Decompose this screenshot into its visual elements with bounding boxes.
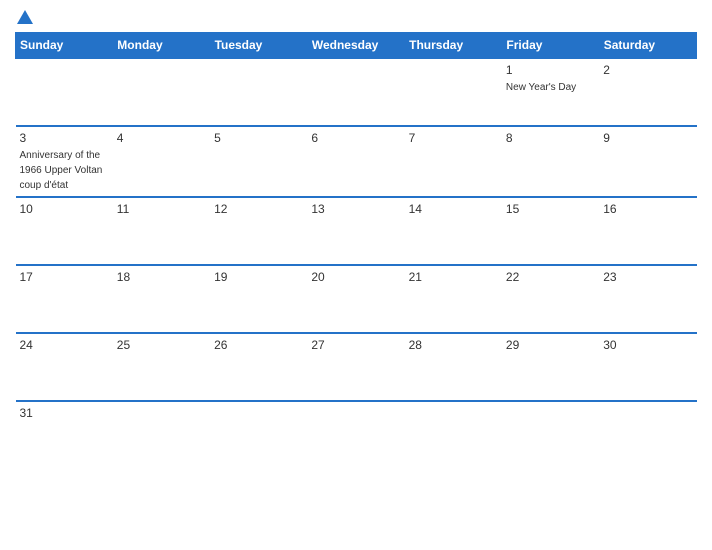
week-row-5: 24 25 26 27 28 29 30 (16, 333, 697, 401)
day-cell: 4 (113, 126, 210, 197)
week-row-4: 17 18 19 20 21 22 23 (16, 265, 697, 333)
day-cell: 12 (210, 197, 307, 265)
day-number: 7 (409, 131, 498, 145)
calendar-table: SundayMondayTuesdayWednesdayThursdayFrid… (15, 32, 697, 456)
day-cell (210, 58, 307, 126)
day-event: Anniversary of the 1966 Upper Voltan cou… (20, 150, 103, 191)
day-cell: 5 (210, 126, 307, 197)
day-number: 11 (117, 202, 206, 216)
day-number: 9 (603, 131, 692, 145)
week-row-3: 10 11 12 13 14 15 16 (16, 197, 697, 265)
day-cell: 21 (405, 265, 502, 333)
day-cell: 14 (405, 197, 502, 265)
day-cell: 16 (599, 197, 696, 265)
day-cell: 24 (16, 333, 113, 401)
day-number: 30 (603, 338, 692, 352)
day-number: 2 (603, 63, 692, 77)
day-cell: 25 (113, 333, 210, 401)
day-number: 1 (506, 63, 595, 77)
day-cell: 7 (405, 126, 502, 197)
day-cell: 29 (502, 333, 599, 401)
day-cell: 3 Anniversary of the 1966 Upper Voltan co… (16, 126, 113, 197)
logo (15, 10, 33, 26)
day-header-tuesday: Tuesday (210, 33, 307, 59)
day-cell: 10 (16, 197, 113, 265)
day-cell: 27 (307, 333, 404, 401)
day-number: 15 (506, 202, 595, 216)
day-header-thursday: Thursday (405, 33, 502, 59)
day-cell: 17 (16, 265, 113, 333)
day-cell: 22 (502, 265, 599, 333)
day-cell: 13 (307, 197, 404, 265)
day-number: 23 (603, 270, 692, 284)
week-row-2: 3 Anniversary of the 1966 Upper Voltan co… (16, 126, 697, 197)
day-number: 5 (214, 131, 303, 145)
day-cell: 30 (599, 333, 696, 401)
day-event: New Year's Day (506, 82, 576, 93)
day-cell: 15 (502, 197, 599, 265)
day-number: 12 (214, 202, 303, 216)
day-header-monday: Monday (113, 33, 210, 59)
day-cell: 28 (405, 333, 502, 401)
day-number: 8 (506, 131, 595, 145)
day-number: 18 (117, 270, 206, 284)
day-number: 17 (20, 270, 109, 284)
day-cell (502, 401, 599, 456)
day-cell (16, 58, 113, 126)
week-row-1: 1 New Year's Day 2 (16, 58, 697, 126)
day-cell: 19 (210, 265, 307, 333)
day-number: 24 (20, 338, 109, 352)
day-number: 31 (20, 406, 109, 420)
day-cell (210, 401, 307, 456)
day-cell: 31 (16, 401, 113, 456)
day-number: 22 (506, 270, 595, 284)
day-cell (307, 401, 404, 456)
day-cell: 23 (599, 265, 696, 333)
day-cell (599, 401, 696, 456)
day-number: 13 (311, 202, 400, 216)
day-cell (113, 58, 210, 126)
day-header-sunday: Sunday (16, 33, 113, 59)
day-header-saturday: Saturday (599, 33, 696, 59)
week-row-6: 31 (16, 401, 697, 456)
day-cell: 6 (307, 126, 404, 197)
day-cell: 9 (599, 126, 696, 197)
day-header-friday: Friday (502, 33, 599, 59)
day-number: 26 (214, 338, 303, 352)
day-number: 14 (409, 202, 498, 216)
day-cell: 20 (307, 265, 404, 333)
calendar-header (15, 10, 697, 26)
day-number: 16 (603, 202, 692, 216)
day-number: 4 (117, 131, 206, 145)
day-number: 28 (409, 338, 498, 352)
day-number: 10 (20, 202, 109, 216)
day-number: 3 (20, 131, 109, 145)
day-number: 6 (311, 131, 400, 145)
day-number: 25 (117, 338, 206, 352)
day-cell: 18 (113, 265, 210, 333)
day-cell (405, 401, 502, 456)
day-cell: 2 (599, 58, 696, 126)
day-cell: 11 (113, 197, 210, 265)
logo-triangle-icon (17, 10, 33, 24)
day-cell (405, 58, 502, 126)
day-cell: 8 (502, 126, 599, 197)
day-number: 20 (311, 270, 400, 284)
day-header-wednesday: Wednesday (307, 33, 404, 59)
calendar-page: SundayMondayTuesdayWednesdayThursdayFrid… (0, 0, 712, 550)
day-number: 19 (214, 270, 303, 284)
day-number: 21 (409, 270, 498, 284)
day-cell (307, 58, 404, 126)
day-cell (113, 401, 210, 456)
day-header-row: SundayMondayTuesdayWednesdayThursdayFrid… (16, 33, 697, 59)
day-number: 29 (506, 338, 595, 352)
day-cell: 26 (210, 333, 307, 401)
day-cell: 1 New Year's Day (502, 58, 599, 126)
day-number: 27 (311, 338, 400, 352)
